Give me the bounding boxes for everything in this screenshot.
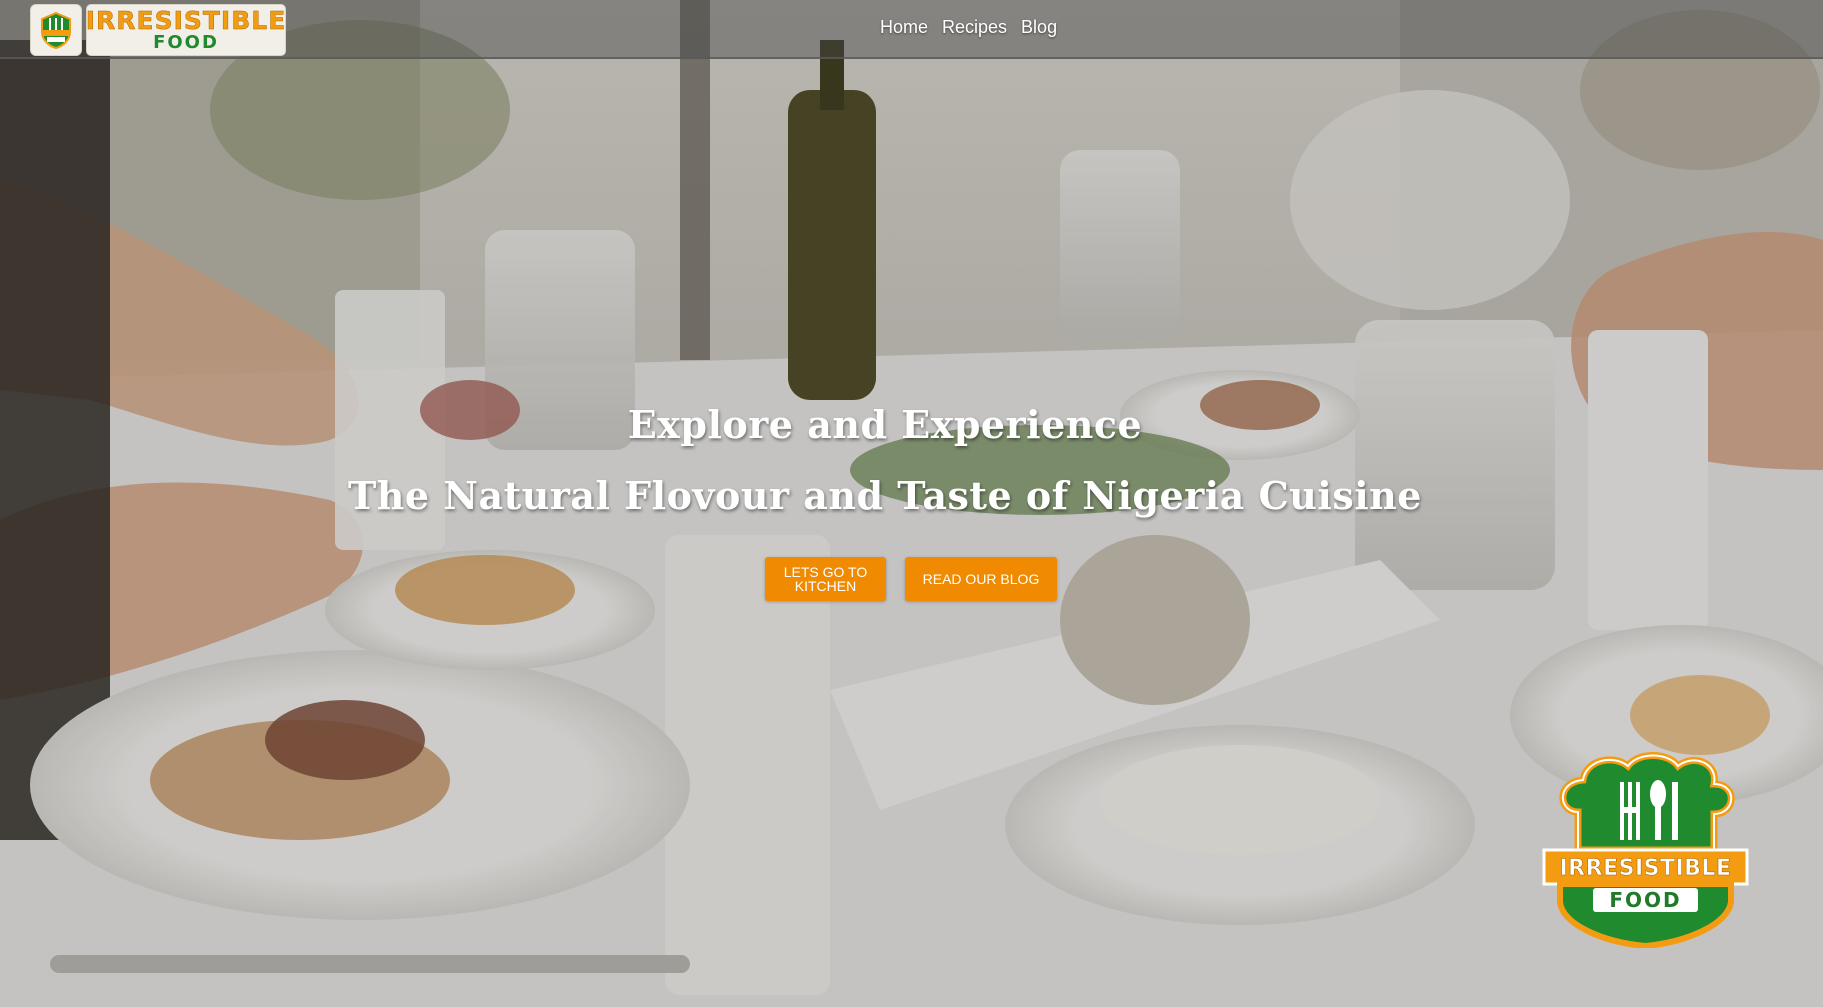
hero-heading-line1: Explore and Experience (627, 402, 1143, 447)
chef-hat-cutlery-icon (30, 4, 82, 56)
navbar: IRRESISTIBLE FOOD Home Recipes Blog (0, 0, 1823, 59)
nav-blog-link[interactable]: Blog (1021, 17, 1057, 38)
brand-name-line2: FOOD (153, 32, 219, 53)
nav-home-link[interactable]: Home (880, 17, 928, 38)
corner-logo-line1: IRRESISTIBLE (1559, 856, 1732, 882)
kitchen-button-label-line2: KITCHEN (794, 578, 857, 594)
hero-text: Explore and Experience The Natural Flovo… (0, 402, 1770, 518)
hero-buttons: LETS GO TO KITCHEN READ OUR BLOG (765, 557, 1057, 601)
brand-wordmark: IRRESISTIBLE FOOD (85, 4, 287, 56)
read-our-blog-button[interactable]: READ OUR BLOG (905, 557, 1057, 601)
brand-logo[interactable]: IRRESISTIBLE FOOD (30, 4, 286, 56)
hero-heading-line2: The Natural Flovour and Taste of Nigeria… (348, 473, 1422, 518)
landing-page: IRRESISTIBLE FOOD Home Recipes Blog Expl… (0, 0, 1823, 1007)
lets-go-to-kitchen-button[interactable]: LETS GO TO KITCHEN (765, 557, 886, 601)
corner-logo-line2: FOOD (1609, 888, 1682, 912)
nav-recipes-link[interactable]: Recipes (942, 17, 1007, 38)
corner-logo: IRRESISTIBLE FOOD (1538, 752, 1753, 950)
chef-hat-cutlery-icon (1542, 752, 1749, 950)
brand-name-line1: IRRESISTIBLE (85, 6, 287, 35)
nav-links: Home Recipes Blog (880, 17, 1057, 38)
